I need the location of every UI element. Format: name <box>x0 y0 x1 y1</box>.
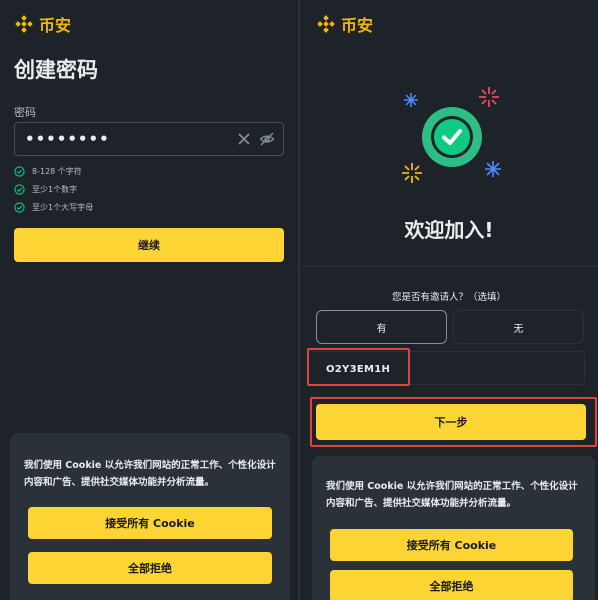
check-circle-icon <box>14 201 25 213</box>
rule-text: 至少1个大写字母 <box>32 202 94 212</box>
accept-cookies-button[interactable]: 接受所有 Cookie <box>330 529 573 561</box>
referral-question: 您是否有邀请人？（选填） <box>391 292 506 303</box>
sparkle-icon <box>485 161 501 177</box>
success-badge <box>422 107 482 167</box>
check-circle-icon <box>14 183 25 195</box>
password-value: •••••••• <box>25 130 110 148</box>
sparkle-icon <box>402 163 422 183</box>
referral-yes-option[interactable]: 有 <box>316 310 447 344</box>
continue-button[interactable]: 继续 <box>14 228 284 262</box>
welcome-title: 欢迎加入! <box>404 218 494 242</box>
binance-logo-icon <box>15 15 33 33</box>
check-circle-icon <box>14 165 25 177</box>
cookie-banner: 我们使用 Cookie 以允许我们网站的正常工作、个性化设计内容和广告、提供社交… <box>10 433 290 600</box>
welcome-screen: 币安 欢迎加入! 您是否有邀请人？（选填） 有 无 O2Y3EM1H 下一步 我… <box>300 0 598 600</box>
clear-icon[interactable] <box>237 132 251 146</box>
checkmark-icon <box>442 129 462 145</box>
password-input[interactable]: •••••••• <box>14 122 284 156</box>
reject-cookies-button[interactable]: 全部拒绝 <box>28 552 272 584</box>
cookie-text: 我们使用 Cookie 以允许我们网站的正常工作、个性化设计内容和广告、提供社交… <box>24 460 276 488</box>
accept-cookies-button[interactable]: 接受所有 Cookie <box>28 507 272 539</box>
divider <box>300 266 598 267</box>
sparkle-icon <box>479 87 499 107</box>
rule-text: 至少1个数字 <box>32 184 78 194</box>
brand-logo[interactable]: 币安 <box>14 12 71 36</box>
eye-hidden-icon[interactable] <box>259 131 275 147</box>
rule-text: 8-128 个字符 <box>32 166 82 176</box>
referral-no-option[interactable]: 无 <box>453 310 584 344</box>
password-label: 密码 <box>14 106 36 119</box>
cookie-banner: 我们使用 Cookie 以允许我们网站的正常工作、个性化设计内容和广告、提供社交… <box>312 456 595 600</box>
password-rules: 8-128 个字符 至少1个数字 至少1个大写字母 <box>14 162 93 216</box>
highlight-box-next <box>310 397 597 447</box>
brand-name: 币安 <box>39 16 72 35</box>
brand-name: 币安 <box>341 16 374 35</box>
sparkle-icon <box>404 93 418 107</box>
binance-logo-icon <box>317 15 335 33</box>
highlight-box-code <box>307 348 410 386</box>
rule-item: 至少1个数字 <box>14 180 93 198</box>
page-title: 创建密码 <box>14 58 98 82</box>
reject-cookies-button[interactable]: 全部拒绝 <box>330 570 573 600</box>
rule-item: 至少1个大写字母 <box>14 198 93 216</box>
create-password-screen: 币安 创建密码 密码 •••••••• 8-128 个字符 至少1个数字 至少1… <box>0 0 298 600</box>
cookie-text: 我们使用 Cookie 以允许我们网站的正常工作、个性化设计内容和广告、提供社交… <box>326 481 578 509</box>
rule-item: 8-128 个字符 <box>14 162 93 180</box>
brand-logo[interactable]: 币安 <box>316 12 373 36</box>
